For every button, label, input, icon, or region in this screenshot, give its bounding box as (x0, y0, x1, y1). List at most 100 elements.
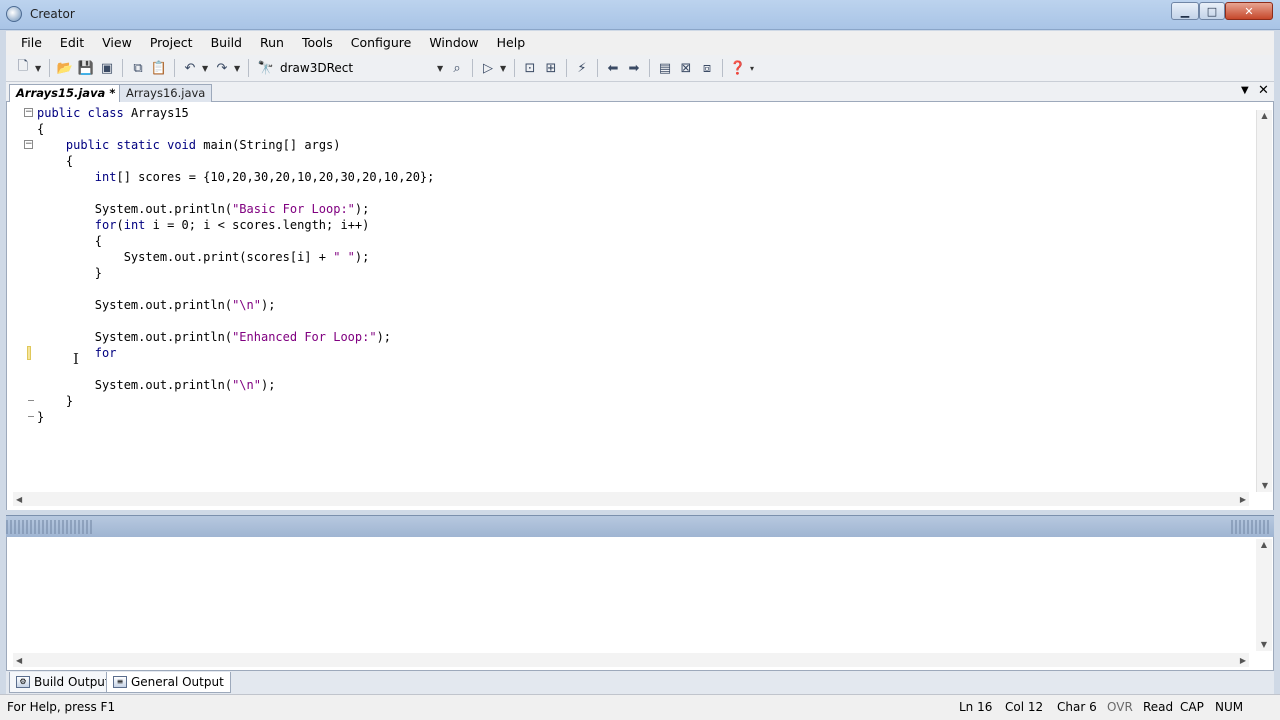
status-num: NUM (1215, 700, 1244, 714)
toolbar-separator (472, 59, 473, 77)
toolbar-separator (174, 59, 175, 77)
code-line[interactable]: for(int i = 0; i < scores.length; i++) (37, 217, 434, 233)
output-pane[interactable]: ▲ ▼ ◀ ▶ (6, 537, 1274, 670)
menu-window[interactable]: Window (420, 31, 487, 55)
code-text[interactable]: public class Arrays15{ public static voi… (37, 105, 434, 425)
title-bar: Creator ▁ □ ✕ (0, 0, 1280, 30)
redo-dropdown-icon[interactable]: ▼ (234, 64, 242, 73)
scroll-down-icon[interactable]: ▼ (1257, 480, 1273, 492)
window-title: Creator (30, 7, 75, 21)
chevron-down-icon[interactable]: ▼ (437, 64, 445, 73)
scroll-right-icon[interactable]: ▶ (1240, 656, 1246, 665)
redo-icon[interactable]: ↷ (213, 59, 231, 77)
code-line[interactable]: { (37, 121, 434, 137)
code-line[interactable]: System.out.println("Basic For Loop:"); (37, 201, 434, 217)
menu-project[interactable]: Project (141, 31, 202, 55)
scroll-right-icon[interactable]: ▶ (1240, 495, 1246, 504)
editor-gutter: − − (7, 102, 35, 492)
text-cursor-icon: I (73, 350, 79, 368)
menu-build[interactable]: Build (202, 31, 251, 55)
copy-icon[interactable]: ⧉ (129, 59, 147, 77)
fold-collapse-icon[interactable]: − (24, 108, 33, 117)
new-file-icon[interactable]: 🗋 (14, 59, 32, 77)
undo-dropdown-icon[interactable]: ▼ (202, 64, 210, 73)
save-all-icon[interactable]: ▣ (98, 59, 116, 77)
run-dropdown-icon[interactable]: ▼ (500, 64, 508, 73)
tab-arrays16[interactable]: Arrays16.java (119, 84, 213, 102)
tab-list-icon[interactable]: ▼ (1241, 85, 1249, 96)
code-line[interactable]: public static void main(String[] args) (37, 137, 434, 153)
open-folder-icon[interactable]: 📂 (56, 59, 74, 77)
maximize-icon: □ (1206, 4, 1218, 18)
output-horizontal-scrollbar[interactable]: ◀ ▶ (13, 653, 1249, 667)
editor-vertical-scrollbar[interactable]: ▲ ▼ (1256, 110, 1272, 492)
forward-arrow-icon[interactable]: ➡ (625, 59, 643, 77)
menu-edit[interactable]: Edit (51, 31, 93, 55)
pane-splitter[interactable] (6, 515, 1274, 537)
minimize-button[interactable]: ▁ (1171, 2, 1199, 20)
scroll-up-icon[interactable]: ▲ (1256, 539, 1272, 551)
find-in-files-icon[interactable]: ⌕ (448, 59, 466, 77)
app-icon (6, 6, 22, 22)
code-editor[interactable]: − − public class Arrays15{ public static… (6, 102, 1274, 510)
help-icon[interactable]: ❓ (729, 59, 747, 77)
window-icon[interactable]: ▤ (656, 59, 674, 77)
maximize-button[interactable]: □ (1199, 2, 1225, 20)
menu-help[interactable]: Help (488, 31, 535, 55)
paste-icon[interactable]: 📋 (150, 59, 168, 77)
editor-horizontal-scrollbar[interactable]: ◀ ▶ (13, 492, 1249, 506)
tab-arrays15[interactable]: Arrays15.java * (9, 84, 123, 103)
build-icon[interactable]: ⊞ (542, 59, 560, 77)
menu-configure[interactable]: Configure (342, 31, 421, 55)
menu-tools[interactable]: Tools (293, 31, 342, 55)
close-tab-icon[interactable]: ✕ (1258, 83, 1269, 98)
code-line[interactable]: int[] scores = {10,20,30,20,10,20,30,20,… (37, 169, 435, 185)
close-button[interactable]: ✕ (1225, 2, 1273, 20)
window-close-icon[interactable]: ⊠ (677, 59, 695, 77)
code-line[interactable]: System.out.println("\n"); (37, 297, 434, 313)
code-line[interactable]: System.out.println("\n"); (37, 377, 434, 393)
tab-general-output[interactable]: ≡ General Output (106, 672, 231, 693)
new-dropdown-icon[interactable]: ▼ (35, 64, 43, 73)
code-line[interactable]: } (37, 393, 434, 409)
splitter-grip[interactable] (6, 520, 94, 534)
general-output-icon: ≡ (113, 676, 127, 688)
back-arrow-icon[interactable]: ⬅ (604, 59, 622, 77)
menu-file[interactable]: File (12, 31, 51, 55)
debug-icon[interactable]: ⚡ (573, 59, 591, 77)
toolbar-options-icon[interactable]: ▾ (750, 64, 758, 73)
code-line[interactable]: { (37, 233, 434, 249)
target-combo[interactable]: 🔭 draw3DRect ▼ (255, 58, 445, 78)
code-line[interactable]: { (37, 153, 434, 169)
scroll-left-icon[interactable]: ◀ (16, 656, 22, 665)
code-line[interactable]: System.out.println("Enhanced For Loop:")… (37, 329, 434, 345)
toolbar-separator (122, 59, 123, 77)
code-line[interactable]: public class Arrays15 (37, 105, 434, 121)
code-line[interactable]: System.out.print(scores[i] + " "); (37, 249, 434, 265)
fold-collapse-icon[interactable]: − (24, 140, 33, 149)
code-line[interactable]: } (37, 409, 434, 425)
menu-run[interactable]: Run (251, 31, 293, 55)
code-line[interactable] (37, 281, 434, 297)
code-line[interactable]: for (37, 345, 434, 361)
code-line[interactable] (37, 185, 434, 201)
menu-view[interactable]: View (93, 31, 141, 55)
toolbar-separator (597, 59, 598, 77)
tab-build-output[interactable]: ⚙ Build Output (9, 672, 117, 693)
splitter-grip[interactable] (1231, 520, 1271, 534)
tab-general-output-label: General Output (131, 675, 224, 689)
window-tile-icon[interactable]: ⧈ (698, 59, 716, 77)
scroll-left-icon[interactable]: ◀ (16, 495, 22, 504)
code-line[interactable] (37, 361, 434, 377)
save-icon[interactable]: 💾 (77, 59, 95, 77)
output-vertical-scrollbar[interactable]: ▲ ▼ (1256, 539, 1272, 651)
code-line[interactable]: } (37, 265, 434, 281)
build-output-icon: ⚙ (16, 676, 30, 688)
undo-icon[interactable]: ↶ (181, 59, 199, 77)
code-line[interactable] (37, 313, 434, 329)
scroll-down-icon[interactable]: ▼ (1256, 639, 1272, 651)
editor-tabs: Arrays15.java * Arrays16.java ▼ ✕ (6, 82, 1274, 103)
scroll-up-icon[interactable]: ▲ (1257, 110, 1272, 122)
run-icon[interactable]: ▷ (479, 59, 497, 77)
compile-icon[interactable]: ⊡ (521, 59, 539, 77)
